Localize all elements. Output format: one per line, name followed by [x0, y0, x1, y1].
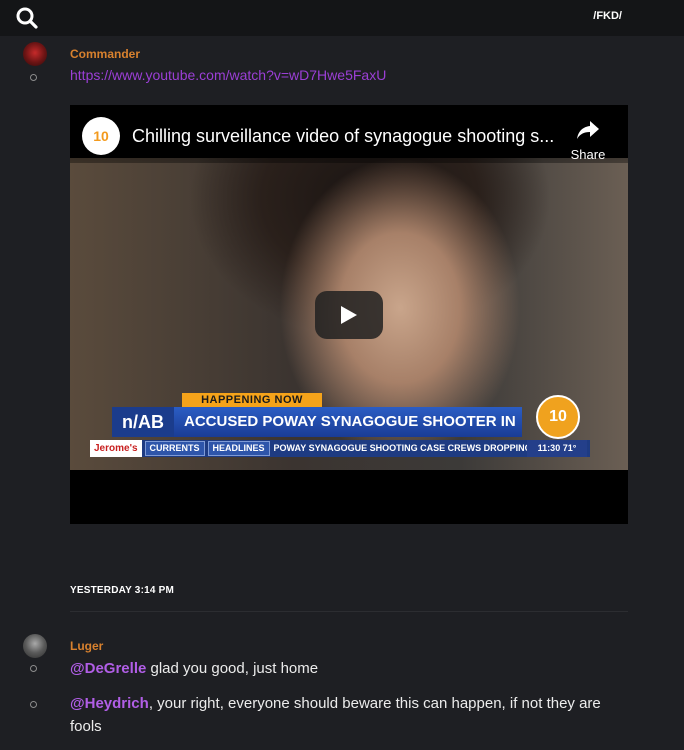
ticker-tag-currents: CURRENTS: [144, 441, 205, 456]
side-banner: n/AB: [112, 407, 174, 437]
mention-link[interactable]: @DeGrelle: [70, 660, 146, 677]
share-button[interactable]: Share: [566, 119, 610, 162]
play-button[interactable]: [315, 291, 383, 339]
author-name[interactable]: Commander: [70, 47, 140, 61]
ticker-text: POWAY SYNAGOGUE SHOOTING CASE CREWS DROP…: [273, 443, 547, 453]
avatar-commander[interactable]: [23, 42, 47, 66]
message-bullet-icon: [30, 701, 37, 708]
video-letterbox: [70, 470, 628, 524]
message-bullet-icon: [30, 665, 37, 672]
search-icon[interactable]: [14, 5, 40, 31]
ticker-sponsor: Jerome's: [90, 440, 142, 457]
channel-logo[interactable]: 10: [82, 117, 120, 155]
channel-name[interactable]: /FKD/: [593, 10, 622, 22]
message-text: @DeGrelle glad you good, just home: [70, 657, 630, 680]
author-name[interactable]: Luger: [70, 639, 103, 653]
message-body: glad you good, just home: [146, 660, 319, 677]
video-title[interactable]: Chilling surveillance video of synagogue…: [132, 126, 557, 147]
divider-line: [70, 611, 628, 612]
video-header: 10 Chilling surveillance video of synago…: [70, 105, 628, 163]
message-body: , your right, everyone should beware thi…: [70, 695, 601, 735]
message-bullet-icon: [30, 74, 37, 81]
message-link[interactable]: https://www.youtube.com/watch?v=wD7Hwe5F…: [70, 67, 386, 83]
mention-link[interactable]: @Heydrich: [70, 695, 149, 712]
ticker-tag-headlines: HEADLINES: [207, 441, 270, 456]
news-ticker: Jerome's CURRENTS HEADLINES POWAY SYNAGOGUE…: [90, 440, 590, 457]
youtube-embed[interactable]: 10 Chilling surveillance video of synago…: [70, 105, 628, 524]
avatar-luger[interactable]: [23, 634, 47, 658]
share-label: Share: [570, 147, 606, 162]
headline-banner: ACCUSED POWAY SYNAGOGUE SHOOTER IN COURT: [174, 407, 522, 460]
date-divider: YESTERDAY 3:14 PM: [70, 585, 174, 596]
message-text: @Heydrich, your right, everyone should b…: [70, 692, 630, 738]
play-icon: [341, 306, 357, 324]
ticker-time: 11:30 71°: [527, 440, 587, 457]
share-icon: [577, 121, 599, 139]
top-bar: /FKD/: [0, 0, 684, 36]
abc10-logo: 10: [536, 395, 580, 439]
happening-now-banner: HAPPENING NOW: [182, 393, 322, 407]
